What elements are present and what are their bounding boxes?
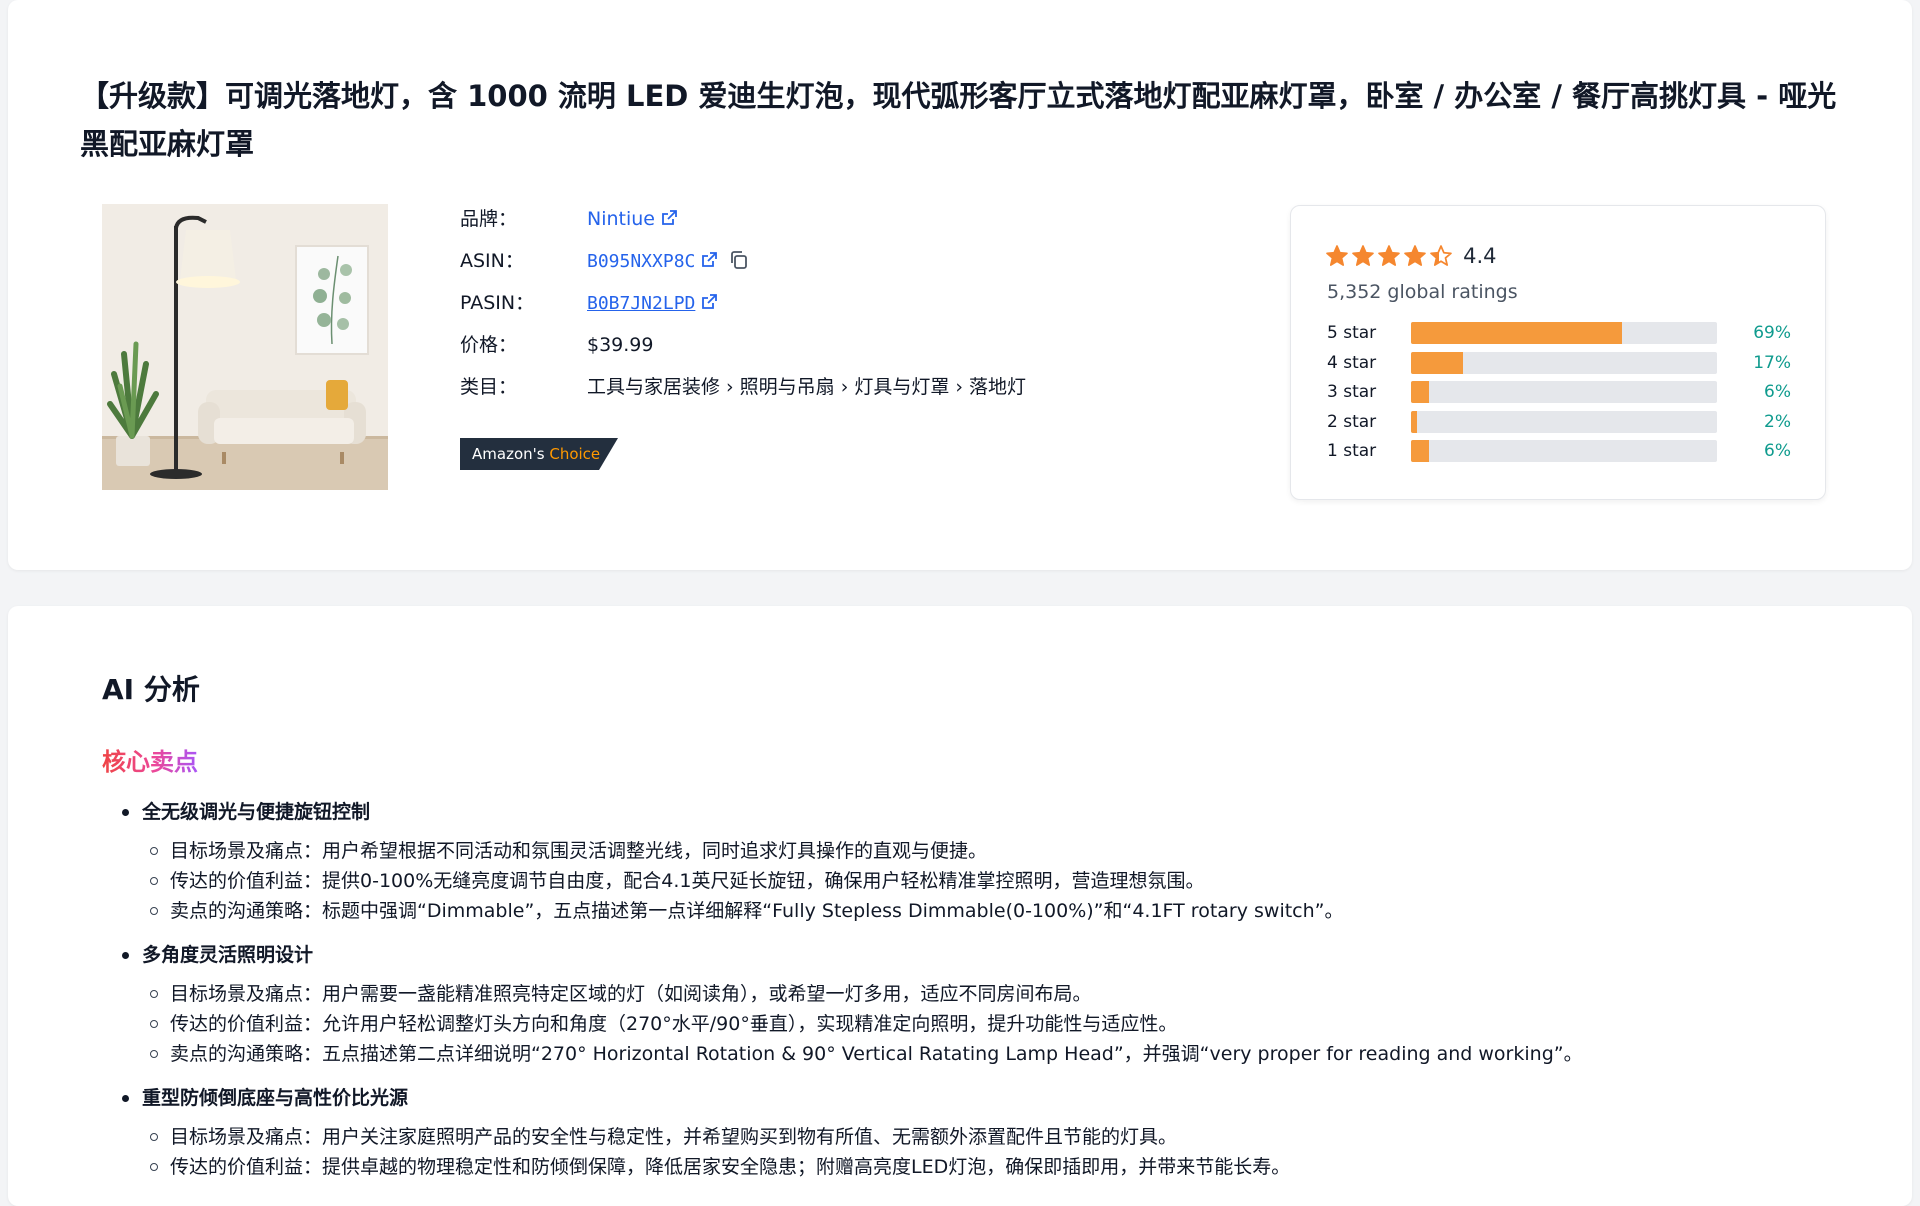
asin-label: ASIN： [460, 250, 524, 272]
selling-point-section: 重型防倾倒底座与高性价比光源 目标场景及痛点：用户关注家庭照明产品的安全性与稳定… [120, 1082, 1900, 1182]
external-link-icon[interactable] [700, 248, 718, 278]
rating-bar-track [1411, 410, 1717, 433]
rating-row-label: 3 star [1327, 382, 1377, 402]
product-card: 【升级款】可调光落地灯，含 1000 流明 LED 爱迪生灯泡，现代弧形客厅立式… [8, 0, 1912, 570]
star-full-icon [1404, 245, 1426, 266]
amazons-choice-badge: Amazon's Choice [460, 438, 618, 470]
brand-label: 品牌： [460, 208, 518, 230]
rating-row-percent: 2% [1764, 411, 1791, 432]
star-half-icon [1430, 245, 1452, 266]
price-value: $39.99 [587, 334, 654, 356]
rating-row-3-star[interactable]: 3 star 6% [1327, 380, 1791, 404]
rating-row-percent: 6% [1764, 441, 1791, 461]
selling-point-detail: 传达的价值利益：提供0-100%无缝亮度调节自由度，配合4.1英尺延长旋钮，确保… [120, 866, 1900, 896]
rating-bar-track [1411, 440, 1717, 462]
rating-row-percent: 6% [1764, 382, 1791, 402]
star-full-icon [1378, 245, 1400, 266]
average-rating: 4.4 [1463, 244, 1497, 268]
rating-bar-fill [1411, 440, 1430, 462]
rating-row-label: 4 star [1327, 352, 1377, 373]
selling-point-detail: 传达的价值利益：提供卓越的物理稳定性和防倾倒保障，降低居家安全隐患；附赠高亮度L… [120, 1152, 1900, 1182]
rating-row-percent: 17% [1753, 352, 1791, 373]
rating-row-percent: 69% [1753, 323, 1791, 343]
rating-row-4-star[interactable]: 4 star 17% [1327, 351, 1791, 375]
selling-point-detail: 卖点的沟通策略：五点描述第二点详细说明“270° Horizontal Rota… [120, 1039, 1900, 1069]
ai-analysis-card: AI 分析 核心卖点 全无级调光与便捷旋钮控制 目标场景及痛点：用户希望根据不同… [8, 606, 1912, 1206]
rating-summary-card: 4.4 5,352 global ratings 5 star 69% 4 star… [1290, 205, 1826, 500]
selling-point-heading: 全无级调光与便捷旋钮控制 [120, 796, 1900, 828]
ai-analysis-title: AI 分析 [102, 673, 200, 706]
rating-row-label: 5 star [1327, 323, 1377, 343]
rating-row-label: 1 star [1327, 441, 1377, 461]
product-image[interactable] [102, 204, 388, 490]
rating-bar-fill [1411, 322, 1623, 344]
external-link-icon[interactable] [660, 206, 678, 236]
selling-point-section: 全无级调光与便捷旋钮控制 目标场景及痛点：用户希望根据不同活动和氛围灵活调整光线… [120, 796, 1900, 926]
floor-lamp-photo [102, 204, 388, 490]
asin-link[interactable]: B095NXXP8C [587, 251, 695, 272]
core-selling-points-heading: 核心卖点 [102, 742, 198, 777]
rating-row-5-star[interactable]: 5 star 69% [1327, 321, 1791, 345]
star-full-icon [1326, 245, 1348, 266]
asin-value: B095NXXP8C [587, 246, 750, 280]
pasin-link[interactable]: B0B7JN2LPD [587, 293, 695, 314]
rating-bar-track [1411, 381, 1717, 403]
pasin-label: PASIN： [460, 292, 535, 314]
global-ratings-count: 5,352 global ratings [1327, 281, 1518, 303]
selling-point-detail: 卖点的沟通策略：标题中强调“Dimmable”，五点描述第一点详细解释“Full… [120, 896, 1900, 926]
rating-bar-track [1411, 322, 1717, 344]
selling-point-detail: 目标场景及痛点：用户关注家庭照明产品的安全性与稳定性，并希望购买到物有所值、无需… [120, 1122, 1900, 1152]
rating-bar-fill [1411, 410, 1418, 433]
brand-link[interactable]: Nintiue [587, 208, 655, 230]
external-link-icon[interactable] [700, 290, 718, 320]
selling-point-heading: 重型防倾倒底座与高性价比光源 [120, 1082, 1900, 1114]
rating-row-2-star[interactable]: 2 star 2% [1327, 410, 1791, 434]
selling-point-detail: 目标场景及痛点：用户希望根据不同活动和氛围灵活调整光线，同时追求灯具操作的直观与… [120, 836, 1900, 866]
rating-bar-fill [1411, 381, 1430, 403]
star-rating: 4.4 [1326, 244, 1497, 268]
selling-point-heading: 多角度灵活照明设计 [120, 939, 1900, 971]
price-label: 价格： [460, 334, 518, 356]
selling-point-detail: 传达的价值利益：允许用户轻松调整灯头方向和角度（270°水平/90°垂直），实现… [120, 1009, 1900, 1039]
rating-row-1-star[interactable]: 1 star 6% [1327, 439, 1791, 463]
category-value: 工具与家居装修 › 照明与吊扇 › 灯具与灯罩 › 落地灯 [587, 376, 1027, 398]
selling-point-section: 多角度灵活照明设计 目标场景及痛点：用户需要一盏能精准照亮特定区域的灯（如阅读角… [120, 939, 1900, 1069]
product-title: 【升级款】可调光落地灯，含 1000 流明 LED 爱迪生灯泡，现代弧形客厅立式… [80, 79, 1837, 161]
stars-row [1326, 245, 1456, 266]
category-label: 类目： [460, 376, 518, 398]
selling-point-detail: 目标场景及痛点：用户需要一盏能精准照亮特定区域的灯（如阅读角），或希望一灯多用，… [120, 979, 1900, 1009]
badge-suffix: Choice [549, 445, 601, 463]
rating-bar-fill [1411, 351, 1464, 374]
brand-value: Nintiue [587, 204, 678, 236]
star-full-icon [1352, 245, 1374, 266]
rating-bar-track [1411, 351, 1717, 374]
rating-row-label: 2 star [1327, 411, 1377, 432]
badge-prefix: Amazon's [472, 445, 545, 463]
copy-icon[interactable] [728, 249, 750, 280]
pasin-value: B0B7JN2LPD [587, 288, 718, 320]
